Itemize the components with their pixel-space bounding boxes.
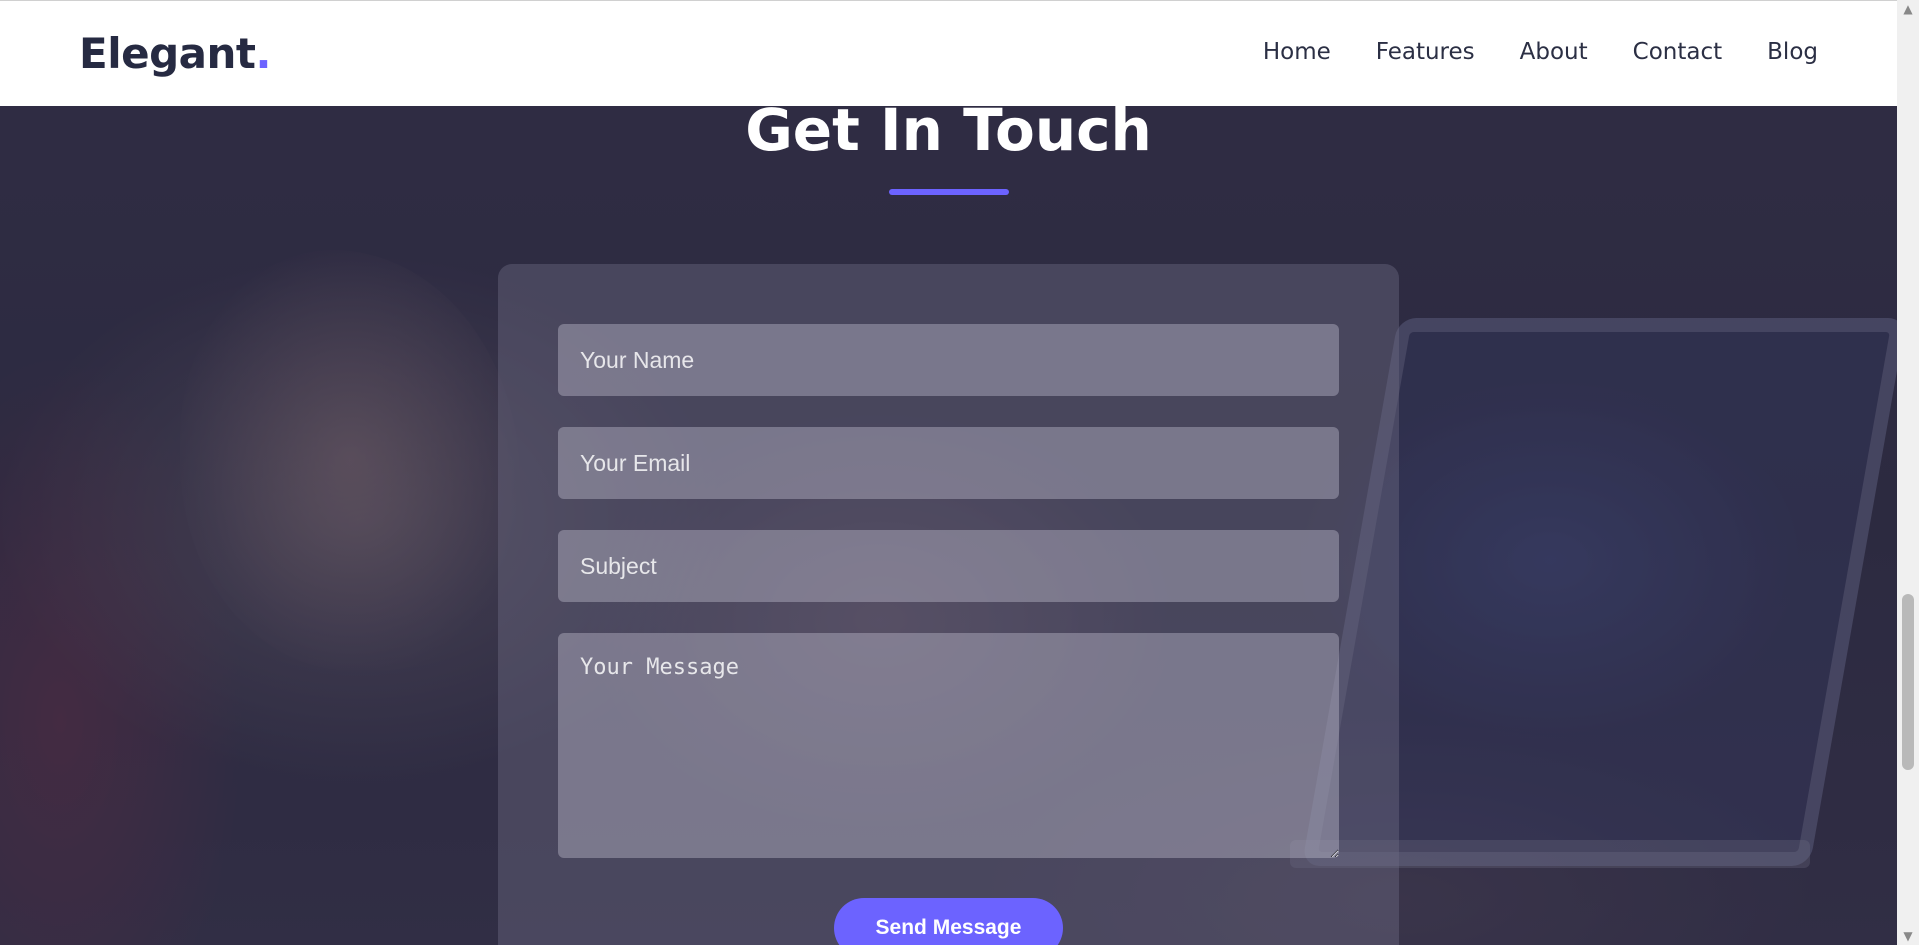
nav-link-blog[interactable]: Blog <box>1767 39 1818 65</box>
nav-link-about[interactable]: About <box>1520 39 1588 65</box>
title-underline <box>889 189 1009 195</box>
background-hand <box>180 250 520 670</box>
scroll-down-arrow-icon[interactable]: ▼ <box>1897 927 1919 945</box>
scroll-up-arrow-icon[interactable]: ▲ <box>1897 0 1919 18</box>
logo-dot: . <box>255 29 271 78</box>
nav-link-features[interactable]: Features <box>1376 39 1475 65</box>
nav-links: Home Features About Contact Blog <box>1263 39 1818 65</box>
message-textarea[interactable] <box>558 633 1339 858</box>
logo[interactable]: Elegant. <box>79 29 271 78</box>
nav-link-home[interactable]: Home <box>1263 39 1331 65</box>
send-message-button[interactable]: Send Message <box>834 898 1063 945</box>
nav-link-contact[interactable]: Contact <box>1633 39 1722 65</box>
name-input[interactable] <box>558 324 1339 396</box>
page-scrollbar[interactable]: ▲ ▼ <box>1897 0 1919 945</box>
contact-form: Send Message <box>498 264 1399 945</box>
navbar: Elegant. Home Features About Contact Blo… <box>0 0 1897 106</box>
logo-text: Elegant <box>79 29 256 78</box>
scrollbar-thumb[interactable] <box>1902 594 1914 770</box>
section-title: Get In Touch <box>745 96 1152 164</box>
subject-input[interactable] <box>558 530 1339 602</box>
email-input[interactable] <box>558 427 1339 499</box>
